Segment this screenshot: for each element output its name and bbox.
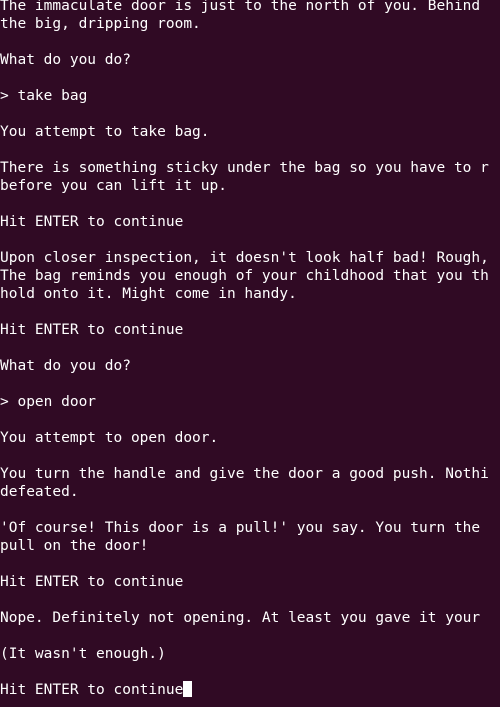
continue-prompt: Hit ENTER to continue [0,214,184,230]
prompt-question: What do you do? [0,52,131,68]
terminal-output: The immaculate door is just to the north… [0,0,500,699]
continue-prompt: Hit ENTER to continue [0,322,184,338]
continue-prompt: Hit ENTER to continue [0,682,184,698]
output-line: You attempt to open door. [0,430,219,446]
output-line: You turn the handle and give the door a … [0,466,489,482]
text-cursor [183,681,193,697]
output-line: hold onto it. Might come in handy. [0,286,297,302]
terminal-window[interactable]: The immaculate door is just to the north… [0,0,500,707]
command-line: > open door [0,394,97,410]
output-line: defeated. [0,484,79,500]
prompt-question: What do you do? [0,358,131,374]
output-line: 'Of course! This door is a pull!' you sa… [0,520,481,536]
output-line: The bag reminds you enough of your child… [0,268,489,284]
command-line: > take bag [0,88,88,104]
output-line: There is something sticky under the bag … [0,160,489,176]
output-line: Nope. Definitely not opening. At least y… [0,610,481,626]
output-line: (It wasn't enough.) [0,646,166,662]
output-line: pull on the door! [0,538,149,554]
output-line: the big, dripping room. [0,16,201,32]
output-line: You attempt to take bag. [0,124,210,140]
continue-prompt: Hit ENTER to continue [0,574,184,590]
output-line: The immaculate door is just to the north… [0,0,481,14]
active-input-line[interactable]: Hit ENTER to continue [0,681,500,699]
output-line: before you can lift it up. [0,178,227,194]
output-line: Upon closer inspection, it doesn't look … [0,250,489,266]
